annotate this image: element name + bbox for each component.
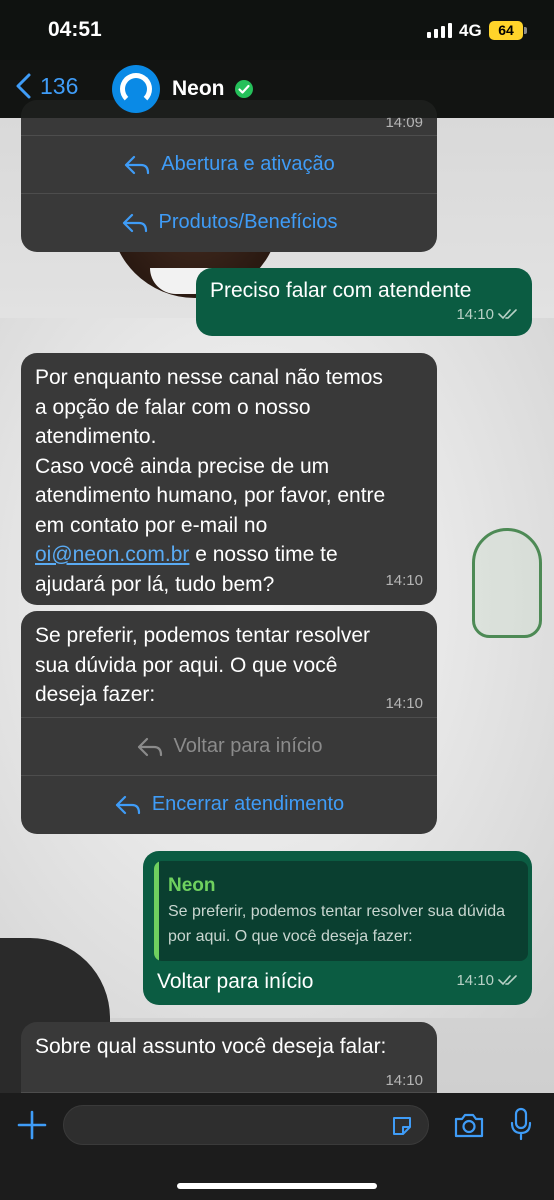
camera-icon[interactable] xyxy=(453,1111,485,1139)
message-text: Por enquanto nesse canal não temos a opç… xyxy=(21,353,437,599)
email-link[interactable]: oi@neon.com.br xyxy=(35,543,189,566)
wallpaper-emblem xyxy=(472,528,542,638)
outgoing-reply-message[interactable]: Neon Se preferir, podemos tentar resolve… xyxy=(143,851,532,1005)
microphone-icon[interactable] xyxy=(510,1107,532,1141)
status-time: 04:51 xyxy=(48,18,102,41)
unread-count: 136 xyxy=(40,72,79,99)
message-text: Se preferir, podemos tentar resolver sua… xyxy=(35,624,370,706)
incoming-message-with-buttons: Se preferir, podemos tentar resolver sua… xyxy=(21,611,437,834)
quick-reply-label: Produtos/Benefícios xyxy=(158,210,338,233)
message-time: 14:10 xyxy=(456,305,494,323)
quick-reply-label: Encerrar atendimento xyxy=(151,792,345,815)
message-time: 14:10 xyxy=(385,571,423,589)
message-text: Sobre qual assunto você deseja falar: xyxy=(35,1035,387,1058)
message-meta: 14:10 xyxy=(385,566,423,596)
sticker-icon[interactable] xyxy=(390,1114,414,1138)
quick-reply-label: Voltar para início xyxy=(173,734,323,757)
reply-arrow-icon xyxy=(115,795,140,814)
home-indicator[interactable] xyxy=(177,1183,377,1189)
avatar[interactable] xyxy=(112,65,160,113)
status-bar: 04:51 4G 64 xyxy=(0,0,554,60)
read-ticks-icon xyxy=(498,975,517,986)
quoted-message[interactable]: Neon Se preferir, podemos tentar resolve… xyxy=(154,861,528,961)
message-meta: 14:10 xyxy=(456,300,518,330)
back-chevron-icon xyxy=(16,73,31,99)
chat-header: 136 Neon xyxy=(0,60,554,118)
message-input[interactable] xyxy=(63,1105,429,1145)
quick-reply-button-produtos[interactable]: Produtos/Benefícios xyxy=(21,193,437,251)
incoming-message[interactable]: Por enquanto nesse canal não temos a opç… xyxy=(21,353,437,605)
reply-arrow-icon xyxy=(125,155,150,174)
quick-reply-button-voltar[interactable]: Voltar para início xyxy=(21,717,437,775)
message-text-part: Por enquanto nesse canal não temos a opç… xyxy=(35,366,386,537)
message-time: 14:10 xyxy=(385,695,423,712)
message-text: Voltar para início xyxy=(157,970,314,993)
message-meta: 14:10 xyxy=(456,966,518,996)
message-time: 14:10 xyxy=(456,971,494,989)
reply-arrow-icon xyxy=(137,737,162,756)
neon-logo-icon xyxy=(120,73,152,105)
signal-icon xyxy=(427,22,452,38)
message-composer xyxy=(0,1093,554,1200)
quick-reply-button-encerrar[interactable]: Encerrar atendimento xyxy=(21,775,437,833)
read-ticks-icon xyxy=(498,309,517,320)
message-meta: 14:10 xyxy=(385,689,423,719)
outgoing-message[interactable]: Preciso falar com atendente 14:10 xyxy=(196,268,532,336)
quick-reply-button-abertura[interactable]: Abertura e ativação xyxy=(21,135,437,193)
back-button[interactable]: 136 xyxy=(14,72,78,100)
quoted-sender: Neon xyxy=(168,875,216,896)
battery-icon: 64 xyxy=(489,21,527,40)
plus-icon[interactable] xyxy=(17,1110,47,1140)
verified-badge-icon xyxy=(235,80,253,98)
quick-reply-label: Abertura e ativação xyxy=(161,152,335,175)
reply-arrow-icon xyxy=(122,213,147,232)
network-type: 4G xyxy=(459,21,482,40)
quick-reply-bubble: 14:09 Abertura e ativação Produtos/Benef… xyxy=(21,100,437,252)
quoted-text: Se preferir, podemos tentar resolver sua… xyxy=(168,903,506,945)
contact-name[interactable]: Neon xyxy=(172,77,225,101)
